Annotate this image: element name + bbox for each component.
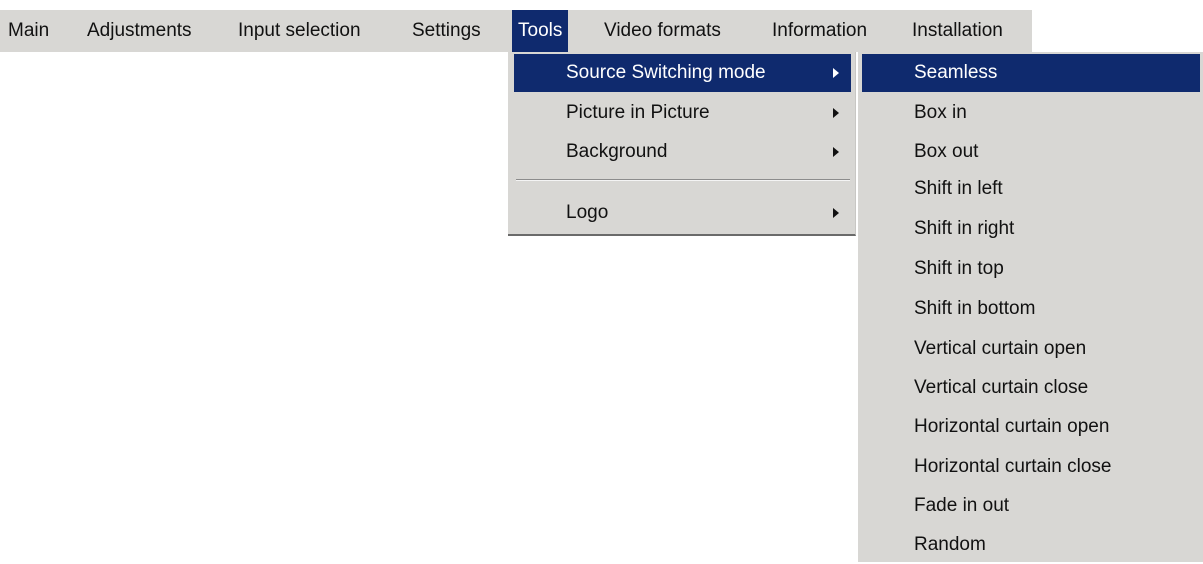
menu-item-label: Source Switching mode xyxy=(566,62,766,83)
menu-video-formats[interactable]: Video formats xyxy=(598,10,727,52)
menu-input-selection[interactable]: Input selection xyxy=(232,10,367,52)
menu-bar: Main Adjustments Input selection Setting… xyxy=(0,10,1032,52)
menu-information[interactable]: Information xyxy=(766,10,873,52)
submenu-arrow-icon xyxy=(833,133,843,171)
menu-item-logo[interactable]: Logo xyxy=(514,194,851,232)
menu-adjustments[interactable]: Adjustments xyxy=(81,10,198,52)
menu-item-source-switching-mode[interactable]: Source Switching mode xyxy=(514,54,851,92)
submenu-item-seamless[interactable]: Seamless xyxy=(862,54,1200,92)
menu-separator xyxy=(516,179,850,181)
submenu-item-box-in[interactable]: Box in xyxy=(862,94,1200,132)
menu-settings[interactable]: Settings xyxy=(406,10,487,52)
submenu-item-horizontal-curtain-open[interactable]: Horizontal curtain open xyxy=(862,408,1200,446)
submenu-item-vertical-curtain-close[interactable]: Vertical curtain close xyxy=(862,369,1200,407)
menu-item-label: Logo xyxy=(566,202,609,223)
submenu-item-vertical-curtain-open[interactable]: Vertical curtain open xyxy=(862,330,1200,368)
menu-item-picture-in-picture[interactable]: Picture in Picture xyxy=(514,94,851,132)
menu-installation[interactable]: Installation xyxy=(906,10,1009,52)
menu-item-label: Background xyxy=(566,141,668,162)
submenu-item-shift-in-top[interactable]: Shift in top xyxy=(862,250,1200,288)
submenu-item-box-out[interactable]: Box out xyxy=(862,133,1200,171)
submenu-arrow-icon xyxy=(833,54,843,92)
menu-main[interactable]: Main xyxy=(2,10,55,52)
submenu-arrow-icon xyxy=(833,194,843,232)
menu-tools[interactable]: Tools xyxy=(512,10,569,52)
submenu-item-random[interactable]: Random xyxy=(862,526,1200,564)
source-switching-submenu: Seamless Box in Box out Shift in left Sh… xyxy=(858,52,1203,562)
submenu-item-fade-in-out[interactable]: Fade in out xyxy=(862,487,1200,525)
menu-item-background[interactable]: Background xyxy=(514,133,851,171)
submenu-item-shift-in-left[interactable]: Shift in left xyxy=(862,170,1200,208)
tools-dropdown: Source Switching mode Picture in Picture… xyxy=(508,52,856,236)
submenu-item-horizontal-curtain-close[interactable]: Horizontal curtain close xyxy=(862,448,1200,486)
submenu-item-shift-in-bottom[interactable]: Shift in bottom xyxy=(862,290,1200,328)
submenu-item-shift-in-right[interactable]: Shift in right xyxy=(862,210,1200,248)
submenu-arrow-icon xyxy=(833,94,843,132)
menu-item-label: Picture in Picture xyxy=(566,102,710,123)
